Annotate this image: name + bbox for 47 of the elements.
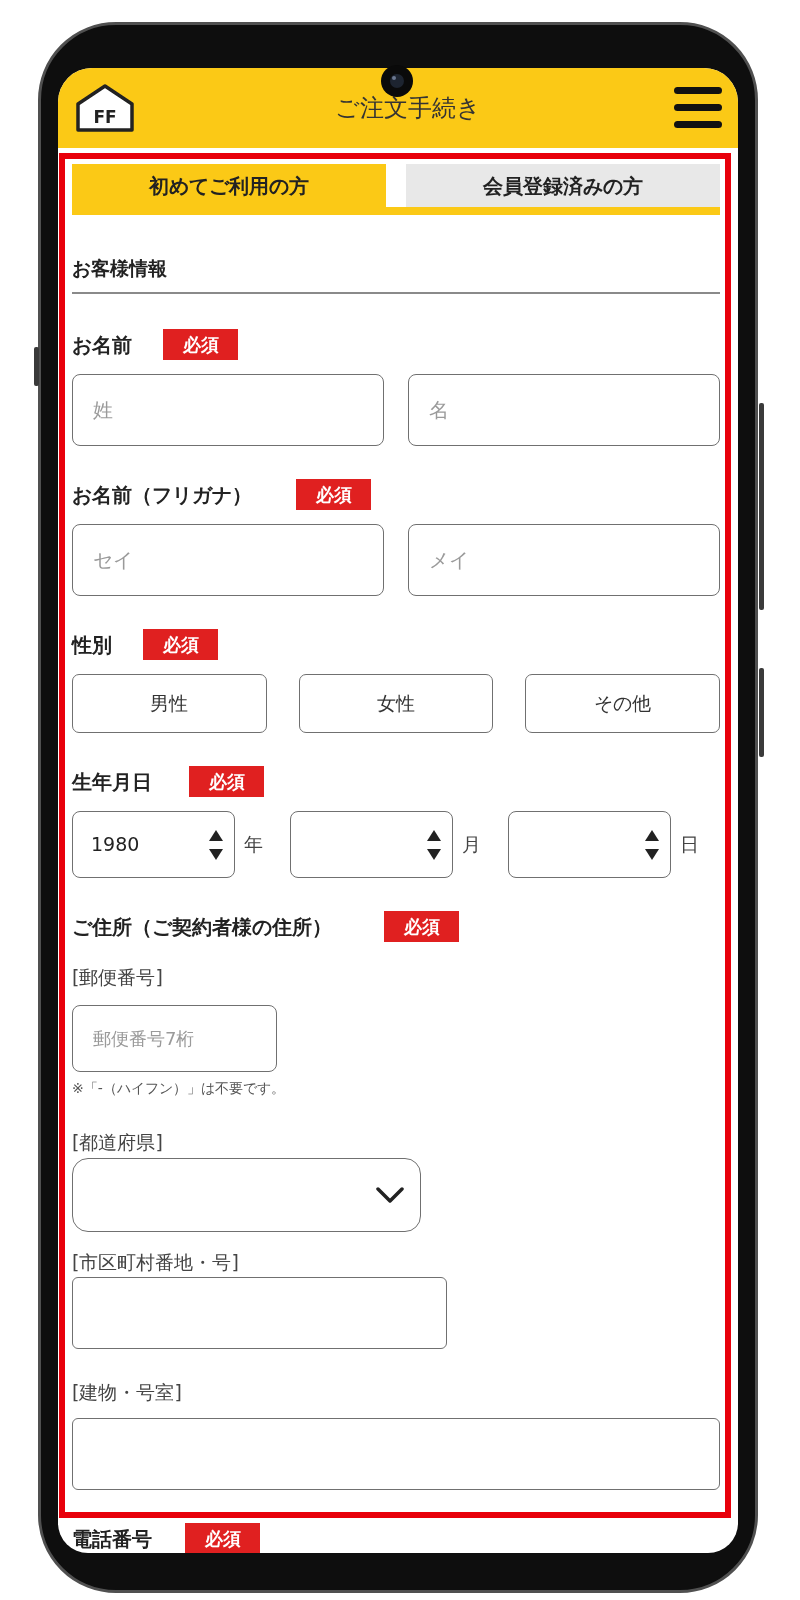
unit-label: 年 [244,832,264,858]
text-field[interactable] [72,1418,720,1490]
dropdown-field[interactable] [72,1158,421,1232]
text-field[interactable]: 名 [408,374,720,446]
text-field[interactable]: 姓 [72,374,384,446]
tab[interactable]: 初めてご利用の方 [72,164,386,207]
text-field[interactable]: 郵便番号7桁 [72,1005,277,1072]
dropdown-field[interactable]: 1980 [72,811,235,878]
required-badge: 必須 [296,479,371,510]
option-button[interactable]: 女性 [298,674,494,733]
required-badge: 必須 [143,629,218,660]
page-title: ご注文手続き [334,93,482,124]
unit-label: 月 [462,832,482,858]
option-button[interactable]: 男性 [72,674,267,733]
hint-text: ※「-（ハイフン）」は不要です。 [72,1079,286,1098]
dropdown-field[interactable] [290,811,453,878]
required-badge: 必須 [185,1523,260,1553]
field-label: [郵便番号] [72,965,164,990]
required-badge: 必須 [384,911,459,942]
chevron-down-icon [376,1187,404,1203]
menu-icon[interactable] [674,87,722,129]
field-label: ご住所（ご契約者様の住所） [72,913,332,941]
tab[interactable]: 会員登録済みの方 [406,164,720,207]
field-label: お名前（フリガナ） [72,481,252,509]
phone-side-key-icon [759,403,764,610]
field-label: [都道府県] [72,1130,164,1155]
field-label: 性別 [72,631,112,659]
option-button[interactable]: その他 [525,674,720,733]
up-down-arrows-icon [427,829,441,860]
dropdown-field[interactable] [508,811,671,878]
section-title: お客様情報 [72,254,720,294]
field-label: お名前 [72,331,132,359]
field-label: [建物・号室] [72,1380,183,1405]
unit-label: 日 [680,832,700,858]
up-down-arrows-icon [209,829,223,860]
field-label: 生年月日 [72,768,152,796]
up-down-arrows-icon [645,829,659,860]
phone-side-key-icon [759,668,764,757]
required-badge: 必須 [189,766,264,797]
text-field[interactable] [72,1277,447,1349]
text-field[interactable]: セイ [72,524,384,596]
field-label: [市区町村番地・号] [72,1250,240,1275]
required-badge: 必須 [163,329,238,360]
phone-side-key-icon [34,347,39,386]
house-logo[interactable]: FF [74,83,136,133]
text-field[interactable]: メイ [408,524,720,596]
field-label: 電話番号 [72,1525,152,1553]
